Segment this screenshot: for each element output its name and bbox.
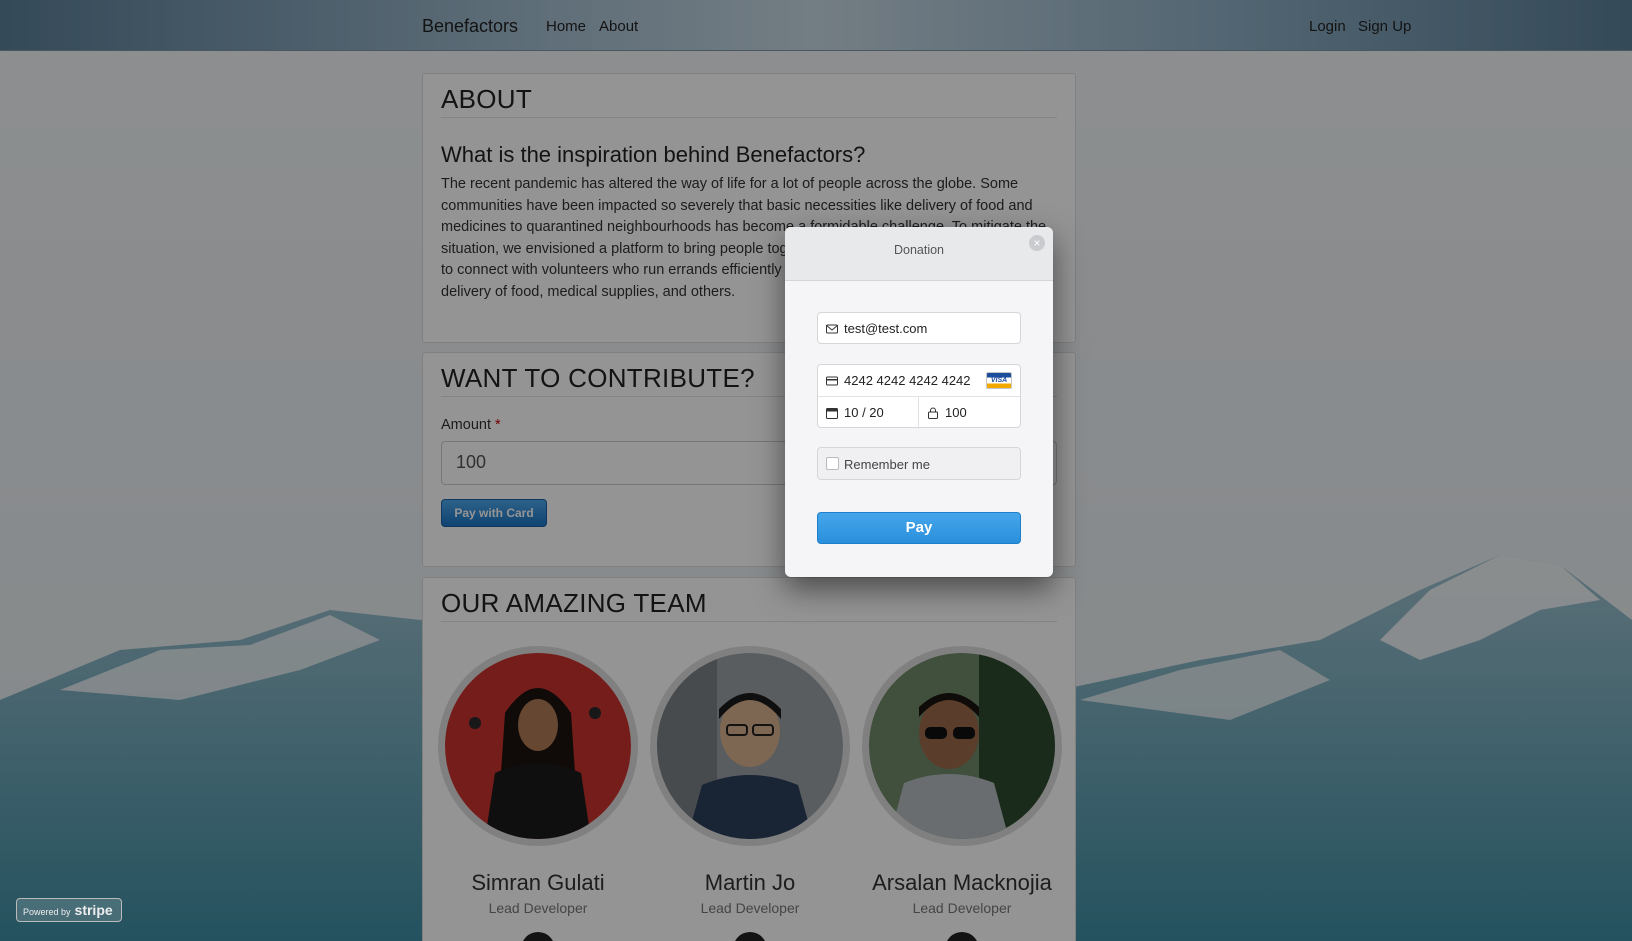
card-number-value: 4242 4242 4242 4242	[844, 373, 971, 388]
donation-modal: Donation × test@test.com 4242 4242 4242 …	[785, 227, 1053, 577]
card-details-group: 4242 4242 4242 4242 VISA 10 / 20 100	[817, 364, 1021, 429]
expiry-value: 10 / 20	[844, 405, 884, 420]
credit-card-icon	[826, 376, 838, 386]
card-number-field[interactable]: 4242 4242 4242 4242 VISA	[818, 365, 1020, 397]
email-value: test@test.com	[844, 321, 928, 336]
cvc-value: 100	[945, 405, 967, 420]
expiry-field[interactable]: 10 / 20	[818, 397, 919, 429]
stripe-logo: stripe	[74, 902, 113, 918]
calendar-icon	[826, 408, 838, 419]
email-field[interactable]: test@test.com	[817, 312, 1021, 344]
lock-icon	[928, 407, 938, 419]
pay-button[interactable]: Pay	[817, 512, 1021, 544]
cvc-field[interactable]: 100	[919, 397, 1020, 429]
remember-me-toggle[interactable]: Remember me	[817, 447, 1021, 480]
stripe-prefix: Powered by	[23, 907, 71, 917]
remember-me-checkbox[interactable]	[826, 457, 839, 470]
close-icon[interactable]: ×	[1029, 235, 1045, 251]
envelope-icon	[826, 324, 838, 334]
modal-title: Donation	[893, 243, 945, 257]
stripe-badge[interactable]: Powered by stripe	[16, 898, 122, 922]
modal-header: Donation	[785, 227, 1053, 281]
remember-me-label: Remember me	[844, 457, 930, 472]
visa-card-icon: VISA	[986, 372, 1012, 389]
